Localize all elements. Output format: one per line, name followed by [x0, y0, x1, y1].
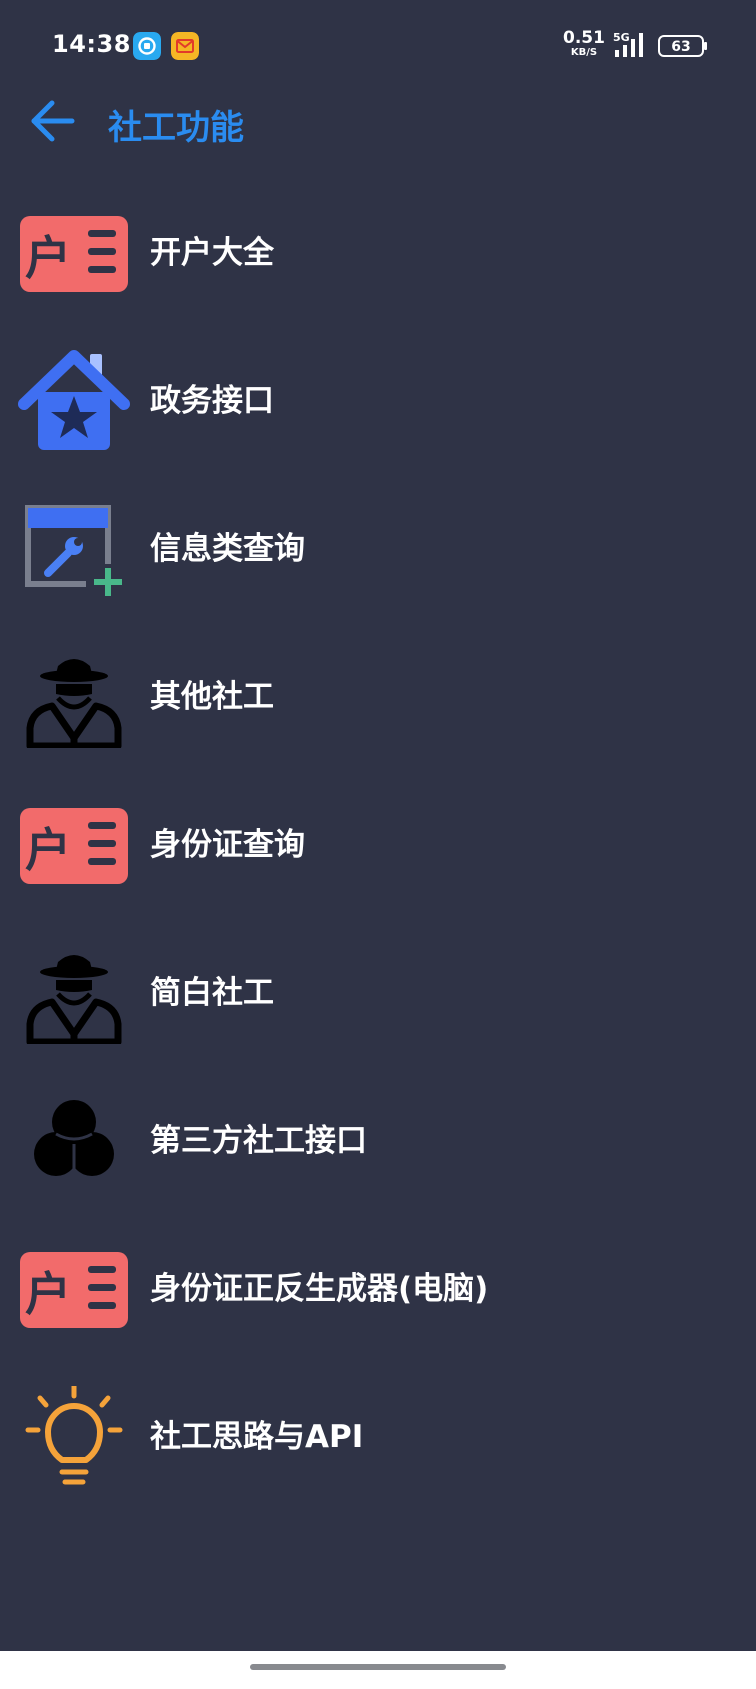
- status-time: 14:38: [52, 30, 131, 58]
- network-speed-unit: KB/S: [570, 47, 598, 58]
- house-star-icon: [18, 350, 130, 450]
- spy-agent-icon: [26, 659, 122, 748]
- menu-item-jianbai-social-engineering[interactable]: 简白社工: [0, 928, 756, 1058]
- menu-item-ideas-and-api[interactable]: 社工思路与API: [0, 1372, 756, 1502]
- menu-item-info-query[interactable]: 信息类查询: [0, 484, 756, 614]
- household-register-icon: 户: [20, 216, 128, 292]
- menu-item-label: 信息类查询: [150, 531, 305, 567]
- network-type: 5G: [613, 31, 630, 44]
- menu-item-label: 其他社工: [150, 679, 274, 715]
- menu-item-label: 社工思路与API: [150, 1419, 364, 1455]
- navigation-bar: [0, 1651, 756, 1689]
- household-register-icon: 户: [20, 808, 128, 884]
- household-glyph: 户: [25, 823, 71, 877]
- battery-level: 63: [671, 39, 690, 55]
- menu-item-label: 简白社工: [150, 975, 274, 1011]
- mail-notification-icon: [171, 32, 199, 60]
- spy-agent-icon: [26, 955, 122, 1044]
- menu-item-label: 第三方社工接口: [150, 1123, 367, 1159]
- menu-item-label: 政务接口: [150, 383, 274, 419]
- battery-icon: 63: [658, 35, 707, 57]
- menu-item-account-opening[interactable]: 户 开户大全: [0, 188, 756, 318]
- household-register-icon: 户: [20, 1252, 128, 1328]
- menu-item-id-card-query[interactable]: 户 身份证查询: [0, 780, 756, 910]
- menu-item-id-card-generator[interactable]: 户 身份证正反生成器(电脑): [0, 1224, 756, 1354]
- network-speed: 0.51 KB/S: [562, 30, 606, 58]
- home-indicator[interactable]: [250, 1664, 506, 1670]
- household-glyph: 户: [25, 231, 71, 285]
- network-speed-value: 0.51: [563, 28, 605, 48]
- back-arrow-icon[interactable]: [28, 96, 78, 146]
- menu-item-third-party-api[interactable]: 第三方社工接口: [0, 1076, 756, 1206]
- menu-item-label: 身份证查询: [150, 827, 305, 863]
- lightbulb-icon: [25, 1386, 123, 1485]
- cellular-signal-icon: 5G: [613, 31, 643, 57]
- menu-item-government-api[interactable]: 政务接口: [0, 336, 756, 466]
- status-bar: 14:38 0.51 KB/S 5G 63: [0, 0, 756, 92]
- browser-notification-icon: [133, 32, 161, 60]
- menu-item-label: 身份证正反生成器(电脑): [150, 1271, 489, 1307]
- household-glyph: 户: [25, 1267, 71, 1321]
- page-title: 社工功能: [108, 108, 244, 148]
- wrench-window-add-icon: [25, 505, 126, 598]
- three-circles-icon: [34, 1100, 114, 1176]
- menu-item-other-social-engineering[interactable]: 其他社工: [0, 632, 756, 762]
- menu-item-label: 开户大全: [150, 235, 274, 271]
